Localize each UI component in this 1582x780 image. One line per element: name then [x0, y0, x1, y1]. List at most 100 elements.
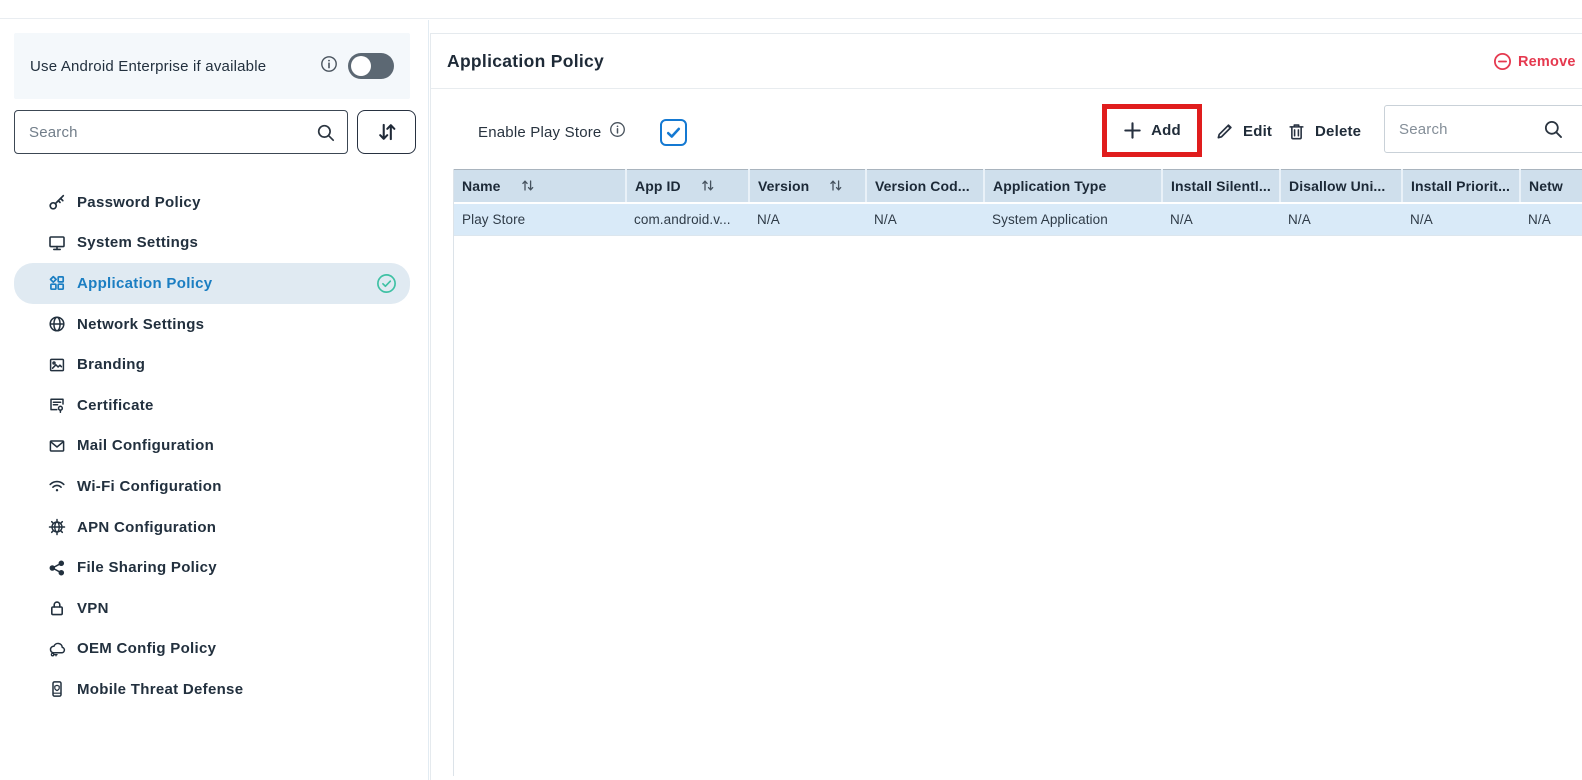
sidebar-search-input[interactable] [15, 111, 347, 153]
cell-disallow-uninstall: N/A [1280, 203, 1402, 236]
sidebar-item-label: APN Configuration [77, 519, 216, 536]
sidebar-item-wifi-configuration[interactable]: Wi-Fi Configuration [14, 466, 410, 507]
cell-network: N/A [1520, 203, 1582, 236]
key-icon [48, 193, 66, 211]
application-table: Name App ID Version Version Cod... Appli… [454, 169, 1582, 236]
cloud-key-icon [48, 640, 66, 658]
sidebar-search [14, 110, 348, 154]
trash-icon [1287, 122, 1306, 141]
column-header-disallow-uninstall[interactable]: Disallow Uni... [1280, 170, 1402, 203]
policy-sidebar: Use Android Enterprise if available [0, 20, 429, 780]
android-enterprise-toggle[interactable] [348, 53, 394, 79]
add-button-highlight: Add [1102, 104, 1202, 157]
sort-icon[interactable] [701, 179, 715, 192]
pencil-icon [1215, 122, 1234, 141]
sidebar-item-mobile-threat-defense[interactable]: Mobile Threat Defense [14, 669, 410, 710]
image-icon [48, 356, 66, 374]
sidebar-item-label: Password Policy [77, 194, 201, 211]
application-policy-panel: Application Policy Remove Enable Play St… [430, 33, 1582, 780]
gear-globe-icon [48, 518, 66, 536]
android-enterprise-label: Use Android Enterprise if available [30, 58, 266, 75]
sidebar-item-vpn[interactable]: VPN [14, 588, 410, 629]
column-header-install-silently[interactable]: Install Silentl... [1162, 170, 1280, 203]
cell-version-code: N/A [866, 203, 984, 236]
sidebar-item-label: Application Policy [77, 275, 212, 292]
toggle-knob [351, 56, 371, 76]
padlock-icon [48, 599, 66, 617]
cell-version: N/A [749, 203, 866, 236]
sidebar-item-label: Mail Configuration [77, 437, 214, 454]
sidebar-item-network-settings[interactable]: Network Settings [14, 304, 410, 345]
cell-app-id: com.android.v... [626, 203, 749, 236]
sidebar-search-row [14, 110, 416, 154]
plus-icon [1123, 121, 1142, 140]
wifi-icon [48, 477, 66, 495]
sidebar-item-apn-configuration[interactable]: APN Configuration [14, 507, 410, 548]
sidebar-item-password-policy[interactable]: Password Policy [14, 182, 410, 223]
search-icon [316, 123, 336, 143]
sidebar-item-label: Wi-Fi Configuration [77, 478, 222, 495]
sidebar-item-label: Network Settings [77, 316, 204, 333]
checkmark-icon [665, 124, 682, 141]
sidebar-item-label: Certificate [77, 397, 154, 414]
sidebar-item-system-settings[interactable]: System Settings [14, 223, 410, 264]
cell-install-silently: N/A [1162, 203, 1280, 236]
mail-icon [48, 437, 66, 455]
delete-button[interactable]: Delete [1287, 112, 1361, 150]
monitor-icon [48, 234, 66, 252]
table-row[interactable]: Play Store com.android.v... N/A N/A Syst… [454, 203, 1582, 236]
sidebar-item-mail-configuration[interactable]: Mail Configuration [14, 426, 410, 467]
certificate-icon [48, 396, 66, 414]
phone-shield-icon [48, 680, 66, 698]
column-header-network[interactable]: Netw [1520, 170, 1582, 203]
panel-header: Application Policy Remove [431, 34, 1582, 89]
apps-grid-icon [48, 274, 66, 292]
minus-circle-icon [1493, 52, 1512, 71]
info-icon[interactable] [609, 121, 626, 143]
cell-install-priority: N/A [1402, 203, 1520, 236]
sidebar-item-label: System Settings [77, 234, 198, 251]
delete-label: Delete [1315, 123, 1361, 140]
edit-label: Edit [1243, 123, 1272, 140]
column-header-application-type[interactable]: Application Type [984, 170, 1162, 203]
top-border [0, 0, 1582, 19]
column-header-version[interactable]: Version [749, 170, 866, 203]
sidebar-item-certificate[interactable]: Certificate [14, 385, 410, 426]
enable-play-store-label: Enable Play Store [478, 124, 601, 141]
table-header-row: Name App ID Version Version Cod... Appli… [454, 170, 1582, 203]
column-header-app-id[interactable]: App ID [626, 170, 749, 203]
column-header-install-priority[interactable]: Install Priorit... [1402, 170, 1520, 203]
sidebar-sort-button[interactable] [357, 110, 416, 154]
remove-button[interactable]: Remove [1493, 34, 1576, 89]
cell-name: Play Store [454, 203, 626, 236]
sidebar-item-branding[interactable]: Branding [14, 344, 410, 385]
enable-play-store-checkbox[interactable] [660, 119, 687, 146]
add-label: Add [1151, 122, 1181, 139]
sort-icon[interactable] [521, 179, 535, 192]
screen: Use Android Enterprise if available [0, 0, 1582, 780]
remove-label: Remove [1518, 54, 1576, 70]
sidebar-item-oem-config-policy[interactable]: OEM Config Policy [14, 629, 410, 670]
cell-application-type: System Application [984, 203, 1162, 236]
enable-play-store-row: Enable Play Store [478, 118, 687, 146]
sidebar-item-application-policy[interactable]: Application Policy [14, 263, 410, 304]
column-header-version-code[interactable]: Version Cod... [866, 170, 984, 203]
sidebar-item-label: Mobile Threat Defense [77, 681, 243, 698]
column-header-name[interactable]: Name [454, 170, 626, 203]
search-icon [1543, 119, 1564, 140]
sidebar-item-label: VPN [77, 600, 109, 617]
application-table-container: Name App ID Version Version Cod... Appli… [453, 169, 1582, 776]
policy-nav: Password Policy System Settings Applicat… [14, 182, 410, 710]
add-button[interactable]: Add [1123, 121, 1181, 140]
android-enterprise-row: Use Android Enterprise if available [14, 33, 410, 99]
table-search [1384, 105, 1582, 153]
share-nodes-icon [48, 559, 66, 577]
globe-icon [48, 315, 66, 333]
sidebar-item-label: Branding [77, 356, 145, 373]
edit-button[interactable]: Edit [1215, 112, 1272, 150]
sort-arrows-icon [375, 120, 399, 144]
configured-check-icon [376, 273, 397, 294]
info-icon[interactable] [320, 55, 338, 78]
sort-icon[interactable] [829, 179, 843, 192]
sidebar-item-file-sharing-policy[interactable]: File Sharing Policy [14, 547, 410, 588]
